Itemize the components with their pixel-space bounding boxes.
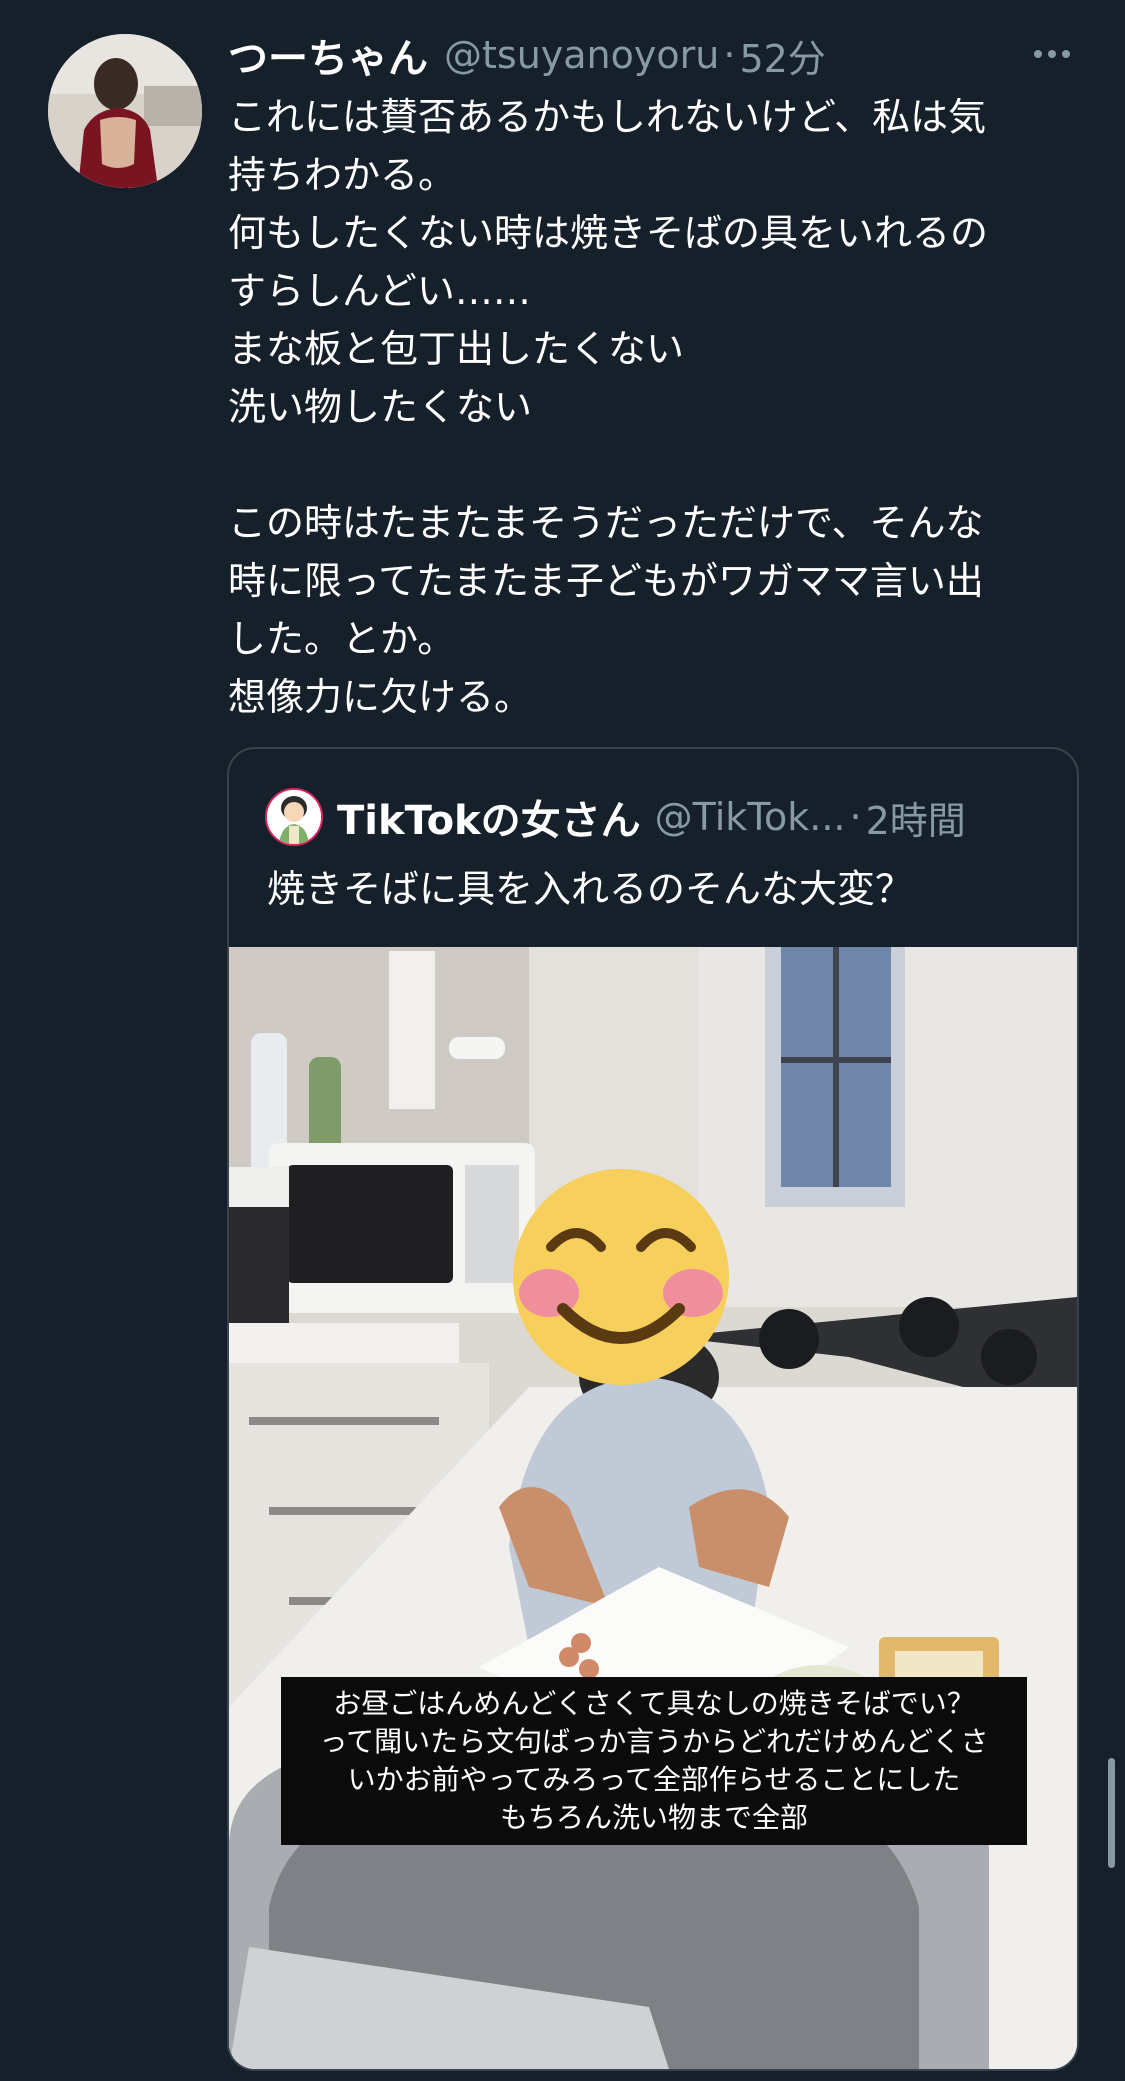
separator-dot: · bbox=[849, 795, 862, 839]
kitchen-photo-icon bbox=[229, 947, 1077, 2069]
tweet-text-line bbox=[228, 436, 1088, 494]
tweet-text-line: 時に限ってたまたま子どもがワガママ言い出 bbox=[228, 559, 984, 603]
quoted-author-handle[interactable]: @TikTok... bbox=[655, 795, 846, 839]
more-horizontal-icon bbox=[1062, 50, 1070, 58]
tweet-text-line: この時はたまたまそうだっただけで、そんな bbox=[228, 501, 984, 545]
author-display-name[interactable]: つーちゃん bbox=[228, 26, 428, 84]
media-caption: お昼ごはんめんどくさくて具なしの焼きそばでい？ って聞いたら文句ばっか言うからど… bbox=[281, 1677, 1027, 1845]
quoted-tweet-card[interactable]: TikTokの女さん @TikTok... · 2時間 焼きそばに具を入れるのそ… bbox=[227, 747, 1079, 2071]
tweet[interactable]: つーちゃん @tsuyanoyoru · 52分 これには賛否あるかもしれないけ… bbox=[0, 0, 1125, 2081]
quoted-author-avatar[interactable] bbox=[265, 788, 323, 846]
separator-dot: · bbox=[723, 33, 736, 77]
cartoon-woman-avatar-icon bbox=[267, 790, 321, 844]
author-handle[interactable]: @tsuyanoyoru bbox=[444, 33, 719, 77]
media-caption-line: いかお前やってみろって全部作らせることにした bbox=[347, 1763, 961, 1796]
quoted-author-display-name[interactable]: TikTokの女さん bbox=[337, 788, 641, 846]
tweet-text-line: すらしんどい…… bbox=[228, 269, 531, 313]
more-horizontal-icon bbox=[1048, 50, 1056, 58]
tweet-text-line: 何もしたくない時は焼きそばの具をいれるの bbox=[228, 211, 989, 255]
tweet-text-line: まな板と包丁出したくない bbox=[228, 327, 685, 371]
media-caption-line: お昼ごはんめんどくさくて具なしの焼きそばでい？ bbox=[333, 1687, 975, 1720]
quoted-tweet-media[interactable]: お昼ごはんめんどくさくて具なしの焼きそばでい？ って聞いたら文句ばっか言うからど… bbox=[229, 947, 1077, 2069]
quoted-tweet-header: TikTokの女さん @TikTok... · 2時間 bbox=[265, 787, 1065, 847]
tweet-timestamp[interactable]: 52分 bbox=[739, 28, 825, 83]
tweet-text-line: 想像力に欠ける。 bbox=[228, 675, 533, 719]
media-caption-line: って聞いたら文句ばっか言うからどれだけめんどくさ bbox=[319, 1725, 989, 1758]
quoted-tweet-timestamp[interactable]: 2時間 bbox=[866, 790, 966, 845]
tweet-text-line: した。とか。 bbox=[228, 617, 456, 661]
more-horizontal-icon bbox=[1034, 50, 1042, 58]
tweet-text-line: これには賛否あるかもしれないけど、私は気 bbox=[228, 95, 987, 139]
tweet-text-line: 持ちわかる。 bbox=[228, 153, 457, 197]
tweet-text: これには賛否あるかもしれないけど、私は気 持ちわかる。 何もしたくない時は焼きそ… bbox=[228, 88, 1088, 726]
tweet-header: つーちゃん @tsuyanoyoru · 52分 bbox=[228, 24, 1088, 86]
author-avatar[interactable] bbox=[48, 34, 202, 188]
more-options-button[interactable] bbox=[1026, 26, 1078, 82]
smiling-face-emoji-icon bbox=[513, 1169, 729, 1385]
tweet-text-line: 洗い物したくない bbox=[228, 385, 533, 429]
quoted-tweet-text: 焼きそばに具を入れるのそんな大変？ bbox=[267, 867, 914, 911]
media-caption-line: もちろん洗い物まで全部 bbox=[499, 1801, 808, 1834]
scrollbar[interactable] bbox=[1108, 1758, 1115, 1868]
profile-photo-icon bbox=[48, 34, 202, 188]
